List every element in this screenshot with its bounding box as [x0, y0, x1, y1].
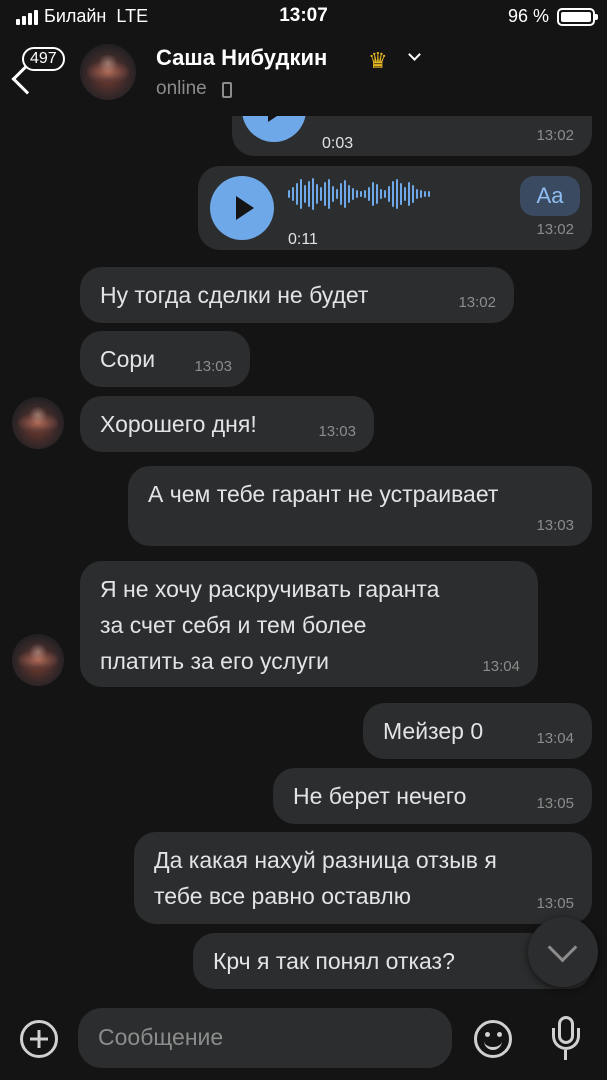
waveform-bar — [428, 191, 430, 197]
microphone-icon[interactable] — [548, 1016, 584, 1062]
sender-avatar[interactable] — [12, 634, 64, 686]
waveform-bar — [300, 179, 302, 209]
message-input[interactable]: Сообщение — [78, 1008, 452, 1068]
message-bubble-outgoing[interactable]: Не берет нечего 13:05 — [273, 768, 592, 824]
chat-header: 497 Саша Нибудкин ♛ online — [0, 34, 607, 116]
waveform-bar — [416, 189, 418, 199]
message-time: 13:02 — [536, 127, 574, 144]
sender-avatar[interactable] — [12, 397, 64, 449]
chevron-down-icon[interactable] — [408, 48, 421, 61]
voice-waveform[interactable] — [288, 176, 430, 212]
message-input-placeholder: Сообщение — [98, 1024, 224, 1050]
message-text: Сори — [100, 346, 156, 372]
message-line: платить за его услуги — [100, 648, 329, 674]
waveform-bar — [344, 180, 346, 208]
message-time: 13:05 — [536, 795, 574, 812]
message-bubble-outgoing[interactable]: А чем тебе гарант не устраивает 13:03 — [128, 466, 592, 546]
waveform-bar — [384, 190, 386, 198]
message-time: 13:03 — [536, 517, 574, 534]
waveform-bar — [332, 186, 334, 202]
waveform-bar — [404, 187, 406, 201]
voice-message[interactable]: 0:11 Aa 13:02 — [198, 166, 592, 250]
waveform-bar — [336, 189, 338, 199]
transcribe-button[interactable]: Aa — [520, 176, 580, 216]
waveform-bar — [356, 190, 358, 198]
message-text: Я не хочу раскручивать гаранта за счет с… — [100, 571, 439, 679]
message-time: 13:04 — [482, 658, 520, 675]
waveform-bar — [320, 187, 322, 201]
message-bubble-outgoing[interactable]: Да какая нахуй разница отзыв я тебе все … — [134, 832, 592, 924]
waveform-bar — [396, 179, 398, 209]
waveform-bar — [420, 190, 422, 198]
message-bubble-incoming[interactable]: Хорошего дня! 13:03 — [80, 396, 374, 452]
message-time: 13:04 — [536, 730, 574, 747]
waveform-bar — [392, 181, 394, 207]
crown-icon: ♛ — [368, 48, 388, 73]
battery-percent: 96 % — [507, 6, 549, 26]
voice-duration: 0:03 — [322, 135, 354, 152]
waveform-bar — [412, 185, 414, 203]
message-time: 13:03 — [318, 423, 356, 440]
waveform-bar — [352, 188, 354, 200]
waveform-bar — [312, 178, 314, 210]
waveform-bar — [308, 181, 310, 207]
waveform-bar — [372, 182, 374, 206]
emoji-icon[interactable] — [474, 1020, 512, 1058]
message-text: Мейзер 0 — [383, 718, 484, 744]
waveform-bar — [304, 185, 306, 203]
message-time: 13:05 — [536, 895, 574, 912]
waveform-bar — [368, 187, 370, 201]
voice-duration: 0:11 — [288, 231, 318, 248]
message-bubble-outgoing[interactable]: Мейзер 0 13:04 — [363, 703, 592, 759]
message-text: Крч я так понял отказ? — [213, 948, 455, 974]
message-text: Ну тогда сделки не будет — [100, 282, 369, 308]
plus-icon[interactable] — [20, 1020, 58, 1058]
scroll-down-icon[interactable] — [528, 917, 598, 987]
phone-icon — [222, 82, 232, 98]
message-text: Не берет нечего — [293, 783, 467, 809]
waveform-bar — [360, 191, 362, 197]
waveform-bar — [348, 185, 350, 203]
waveform-bar — [400, 183, 402, 205]
waveform-bar — [288, 190, 290, 198]
message-text: Да какая нахуй разница отзыв я тебе все … — [154, 842, 497, 914]
waveform-bar — [364, 190, 366, 198]
message-line: Я не хочу раскручивать гаранта — [100, 576, 440, 602]
contact-avatar[interactable] — [80, 44, 136, 100]
play-icon[interactable] — [210, 176, 274, 240]
contact-status: online — [156, 78, 207, 99]
waveform-bar — [296, 183, 298, 205]
unread-badge[interactable]: 497 — [22, 47, 65, 71]
waveform-bar — [324, 182, 326, 206]
message-bubble-incoming[interactable]: Сори 13:03 — [80, 331, 250, 387]
waveform-bar — [316, 184, 318, 204]
message-time: 13:02 — [536, 221, 574, 238]
waveform-bar — [376, 184, 378, 204]
waveform-bar — [380, 189, 382, 199]
message-composer: Сообщение — [0, 996, 607, 1080]
message-line: Да какая нахуй разница отзыв я — [154, 847, 497, 873]
waveform-bar — [328, 179, 330, 209]
waveform-bar — [340, 183, 342, 205]
message-line: за счет себя и тем более — [100, 612, 367, 638]
waveform-bar — [388, 186, 390, 202]
contact-name[interactable]: Саша Нибудкин — [156, 45, 327, 71]
status-bar: Билайн LTE 13:07 96 % — [0, 0, 607, 34]
waveform-bar — [408, 182, 410, 206]
waveform-bar — [424, 191, 426, 197]
message-text: Хорошего дня! — [100, 411, 257, 437]
battery-icon — [557, 8, 598, 26]
message-time: 13:02 — [458, 294, 496, 311]
message-bubble-incoming[interactable]: Я не хочу раскручивать гаранта за счет с… — [80, 561, 538, 687]
waveform-bar — [292, 187, 294, 201]
message-text: А чем тебе гарант не устраивает — [148, 481, 499, 507]
message-time: 13:03 — [194, 358, 232, 375]
message-bubble-incoming[interactable]: Ну тогда сделки не будет 13:02 — [80, 267, 514, 323]
message-line: тебе все равно оставлю — [154, 883, 411, 909]
